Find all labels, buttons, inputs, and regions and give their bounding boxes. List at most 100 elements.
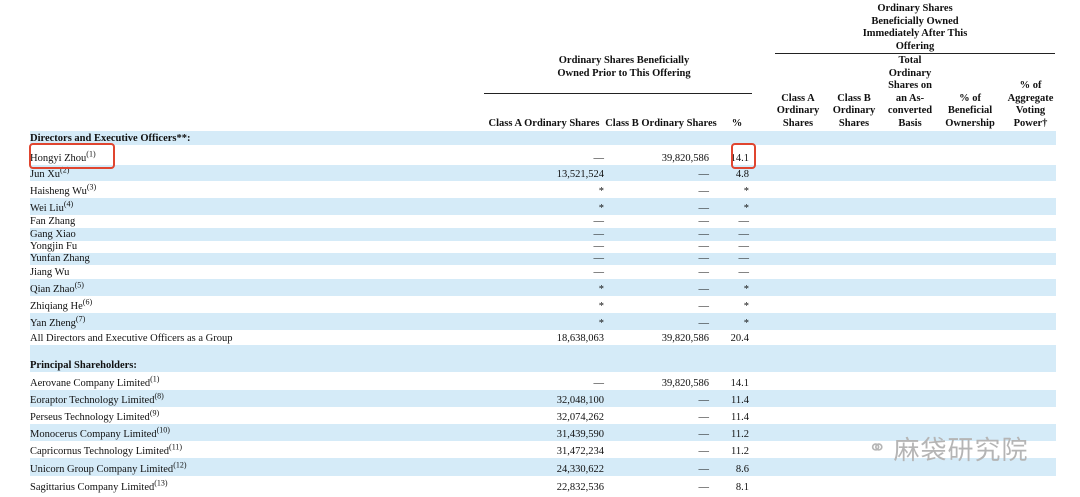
class-b-value: — bbox=[698, 216, 710, 227]
class-a-value: * bbox=[598, 186, 604, 197]
class-b-value: — bbox=[698, 203, 710, 214]
row-name: Haisheng Wu(3) bbox=[30, 183, 96, 197]
class-b-value: 39,820,586 bbox=[661, 153, 709, 164]
row-name-text: Qian Zhao bbox=[30, 284, 75, 295]
table-row: Jiang Wu — — — bbox=[30, 265, 1056, 279]
header-rule bbox=[484, 93, 752, 94]
percent-value: 11.4 bbox=[731, 395, 749, 406]
footnote-ref: (11) bbox=[169, 442, 183, 452]
row-name: Capricornus Technology Limited(11) bbox=[30, 442, 183, 457]
row-name-text: Monocerus Company Limited bbox=[30, 429, 157, 440]
class-a-value: * bbox=[598, 284, 604, 295]
class-a-value: — bbox=[593, 241, 605, 252]
table-row: Aerovane Company Limited(1) — 39,820,586 14… bbox=[30, 372, 1056, 390]
percent-value: * bbox=[743, 318, 749, 329]
footnote-ref: (10) bbox=[156, 425, 170, 435]
class-a-value: 32,048,100 bbox=[556, 395, 604, 406]
percent-value: * bbox=[743, 284, 749, 295]
percent-value: 11.2 bbox=[731, 446, 749, 457]
class-b-value: — bbox=[698, 169, 710, 180]
row-name-text: Zhiqiang He bbox=[30, 301, 83, 312]
row-name: All Directors and Executive Officers as … bbox=[30, 333, 232, 344]
column-header: Class A Ordinary Shares bbox=[488, 117, 600, 129]
footnote-ref: (13) bbox=[154, 478, 168, 488]
watermark-text: 麻袋研究院 bbox=[893, 436, 1029, 466]
class-b-value: — bbox=[698, 446, 710, 457]
percent-value: — bbox=[738, 216, 750, 227]
column-header: Total Ordinary Shares on an As-converted… bbox=[887, 55, 933, 129]
percent-value: 11.2 bbox=[731, 429, 749, 440]
class-b-value: — bbox=[698, 301, 710, 312]
row-name-text: Yunfan Zhang bbox=[30, 253, 90, 264]
table-row: Hongyi Zhou(1) —39,820,586 14.1 bbox=[30, 145, 1056, 165]
class-b-value: — bbox=[698, 267, 710, 278]
row-name: Yan Zheng(7) bbox=[30, 314, 86, 329]
table-row: Zhiqiang He(6) * — * bbox=[30, 296, 1056, 313]
percent-value: 4.8 bbox=[735, 169, 749, 180]
row-name: Aerovane Company Limited(1) bbox=[30, 374, 160, 389]
class-a-value: — bbox=[593, 153, 605, 164]
class-a-value: — bbox=[593, 229, 605, 240]
table-row: Eoraptor Technology Limited(8) 32,048,100… bbox=[30, 390, 1056, 407]
row-name: Yongjin Fu bbox=[30, 241, 77, 252]
row-name: Yunfan Zhang bbox=[30, 253, 90, 264]
footnote-ref: (1) bbox=[150, 374, 160, 384]
row-name-text: Sagittarius Company Limited bbox=[30, 482, 155, 493]
table-row: Jun Xu(2) 13,521,524 — 4.8 bbox=[30, 165, 1056, 181]
row-name: Eoraptor Technology Limited(8) bbox=[30, 391, 164, 406]
footnote-ref: (5) bbox=[74, 280, 84, 290]
table-row: Perseus Technology Limited(9) 32,074,262 —… bbox=[30, 407, 1056, 424]
class-b-value: — bbox=[698, 395, 710, 406]
table-row: Haisheng Wu(3) * — * bbox=[30, 181, 1056, 198]
class-b-value: — bbox=[698, 241, 710, 252]
column-header: % of Aggregate Voting Power† bbox=[1007, 80, 1054, 129]
footnote-ref: (6) bbox=[82, 297, 93, 307]
class-b-value: — bbox=[698, 482, 710, 493]
percent-value: — bbox=[738, 229, 750, 240]
prior-offering-header: Ordinary Shares Beneficially Owned Prior… bbox=[557, 55, 691, 79]
class-b-value: — bbox=[698, 412, 710, 423]
total-row: All Directors and Executive Officers as … bbox=[30, 330, 1056, 348]
highlight-box bbox=[29, 143, 115, 169]
after-offering-header: Ordinary Shares Beneficially Owned Immed… bbox=[862, 3, 968, 52]
row-name: Jiang Wu bbox=[30, 267, 69, 278]
row-name: Zhiqiang He(6) bbox=[30, 297, 93, 312]
row-name-text: Yan Zheng bbox=[30, 318, 76, 329]
footnote-ref: (7) bbox=[75, 314, 86, 324]
footnote-ref: (4) bbox=[63, 199, 74, 209]
class-b-value: — bbox=[698, 253, 710, 264]
table-row: Fan Zhang — — — bbox=[30, 215, 1056, 228]
footnote-ref: (8) bbox=[154, 391, 164, 401]
class-a-value: — bbox=[593, 378, 605, 389]
class-a-value: * bbox=[598, 318, 604, 329]
footnote-ref: (9) bbox=[149, 408, 160, 418]
table-row: Sagittarius Company Limited(13) 22,832,53… bbox=[30, 476, 1056, 494]
table-row: Qian Zhao(5) * — * bbox=[30, 279, 1056, 296]
class-a-value: — bbox=[593, 267, 605, 278]
table-row: Yongjin Fu — — — bbox=[30, 241, 1056, 253]
column-header: Class B Ordinary Shares bbox=[832, 92, 876, 129]
column-header: Class A Ordinary Shares bbox=[776, 92, 820, 129]
percent-value: * bbox=[743, 301, 749, 312]
row-name: Fan Zhang bbox=[30, 216, 75, 227]
row-name-text: Eoraptor Technology Limited bbox=[30, 395, 155, 406]
row-name: Sagittarius Company Limited(13) bbox=[30, 478, 168, 493]
class-a-value: 18,638,063 bbox=[556, 333, 604, 344]
row-name-text: All Directors and Executive Officers as … bbox=[30, 333, 233, 344]
row-name-text: Haisheng Wu bbox=[30, 186, 87, 197]
column-header: % bbox=[731, 117, 743, 129]
row-name: Principal Shareholders: bbox=[30, 360, 137, 371]
class-b-value: 39,820,586 bbox=[661, 333, 709, 344]
section-header-row: Principal Shareholders: bbox=[30, 345, 1056, 372]
row-name: Qian Zhao(5) bbox=[30, 280, 84, 295]
class-a-value: 31,439,590 bbox=[556, 429, 604, 440]
class-a-value: * bbox=[598, 203, 604, 214]
column-header: % of Beneficial Ownership bbox=[945, 92, 995, 129]
header-rule bbox=[775, 53, 1055, 54]
row-name-text: Fan Zhang bbox=[30, 216, 76, 227]
class-b-value: — bbox=[698, 186, 710, 197]
highlight-box bbox=[731, 143, 756, 169]
percent-value: * bbox=[743, 203, 749, 214]
watermark: ⚭ 麻袋研究院 bbox=[868, 430, 1028, 467]
row-name: Unicorn Group Company Limited(12) bbox=[30, 461, 187, 475]
